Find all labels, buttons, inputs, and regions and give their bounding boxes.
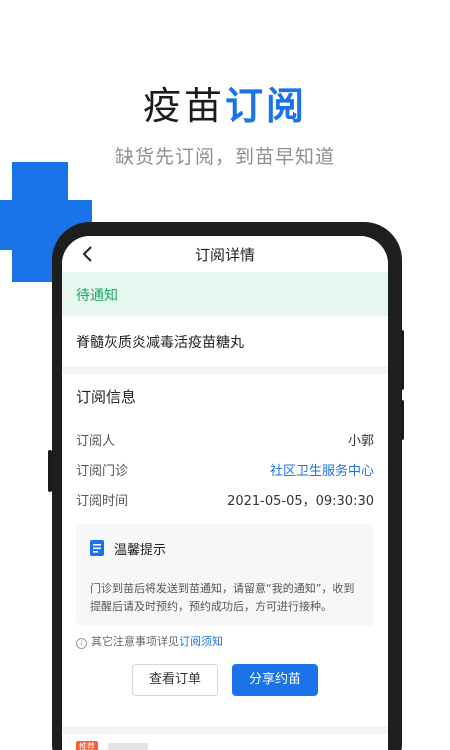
navigation-bar: 订阅详情 — [62, 236, 388, 272]
info-row-label: 订阅时间 — [76, 494, 129, 509]
clinic-link[interactable]: 社区卫生服务中心 — [270, 460, 374, 479]
promo-title-accent: 订阅 — [225, 84, 308, 128]
tip-box: 温馨提示 门诊到苗后将发送到苗通知，请留意“我的通知”，收到提醒后请及时预约，预… — [76, 524, 374, 626]
vaccine-card: 脊髓灰质炎减毒活疫苗糖丸 — [62, 316, 388, 366]
info-row-value: 2021-05-05，09:30:30 — [227, 494, 374, 509]
subscription-info-card: 订阅信息 订阅人 小郭 订阅门诊 社区卫生服务中心 订阅时间 2021-05-0… — [62, 374, 388, 726]
status-banner: 待通知 — [62, 272, 388, 316]
info-icon: i — [76, 638, 87, 649]
share-button[interactable]: 分享约苗 — [232, 664, 318, 696]
notice-line: i 其它注意事项详见订阅须知 — [76, 633, 223, 649]
info-row-label: 订阅门诊 — [76, 464, 129, 479]
tip-title: 温馨提示 — [114, 543, 167, 558]
promo-title: 疫苗订阅 — [0, 75, 450, 130]
status-label: 待通知 — [76, 288, 118, 304]
page-title: 订阅详情 — [194, 246, 255, 264]
notice-prefix: 其它注意事项详见 — [91, 635, 179, 648]
phone-screen: 订阅详情 待通知 脊髓灰质炎减毒活疫苗糖丸 订阅信息 订阅人 小郭 订阅门诊 社… — [62, 236, 388, 750]
tip-text: 门诊到苗后将发送到苗通知，请留意“我的通知”，收到提醒后请及时预约，预约成功后，… — [90, 582, 355, 613]
info-row-subscriber: 订阅人 小郭 — [76, 430, 374, 450]
subscription-notice-link[interactable]: 订阅须知 — [179, 635, 223, 648]
recommend-card: 推荐 — [62, 734, 388, 750]
info-row-value: 小郭 — [347, 434, 374, 449]
promo-title-main: 疫苗 — [142, 84, 225, 128]
vaccine-name: 脊髓灰质炎减毒活疫苗糖丸 — [76, 335, 244, 351]
recommend-tag: 推荐 — [76, 741, 98, 750]
info-row-time: 订阅时间 2021-05-05，09:30:30 — [76, 490, 374, 510]
info-row-clinic: 订阅门诊 社区卫生服务中心 — [76, 460, 374, 480]
info-row-label: 订阅人 — [76, 434, 116, 449]
view-order-button[interactable]: 查看订单 — [132, 664, 218, 696]
document-icon — [90, 540, 104, 556]
section-title: 订阅信息 — [76, 388, 137, 406]
recommend-placeholder — [108, 743, 148, 750]
